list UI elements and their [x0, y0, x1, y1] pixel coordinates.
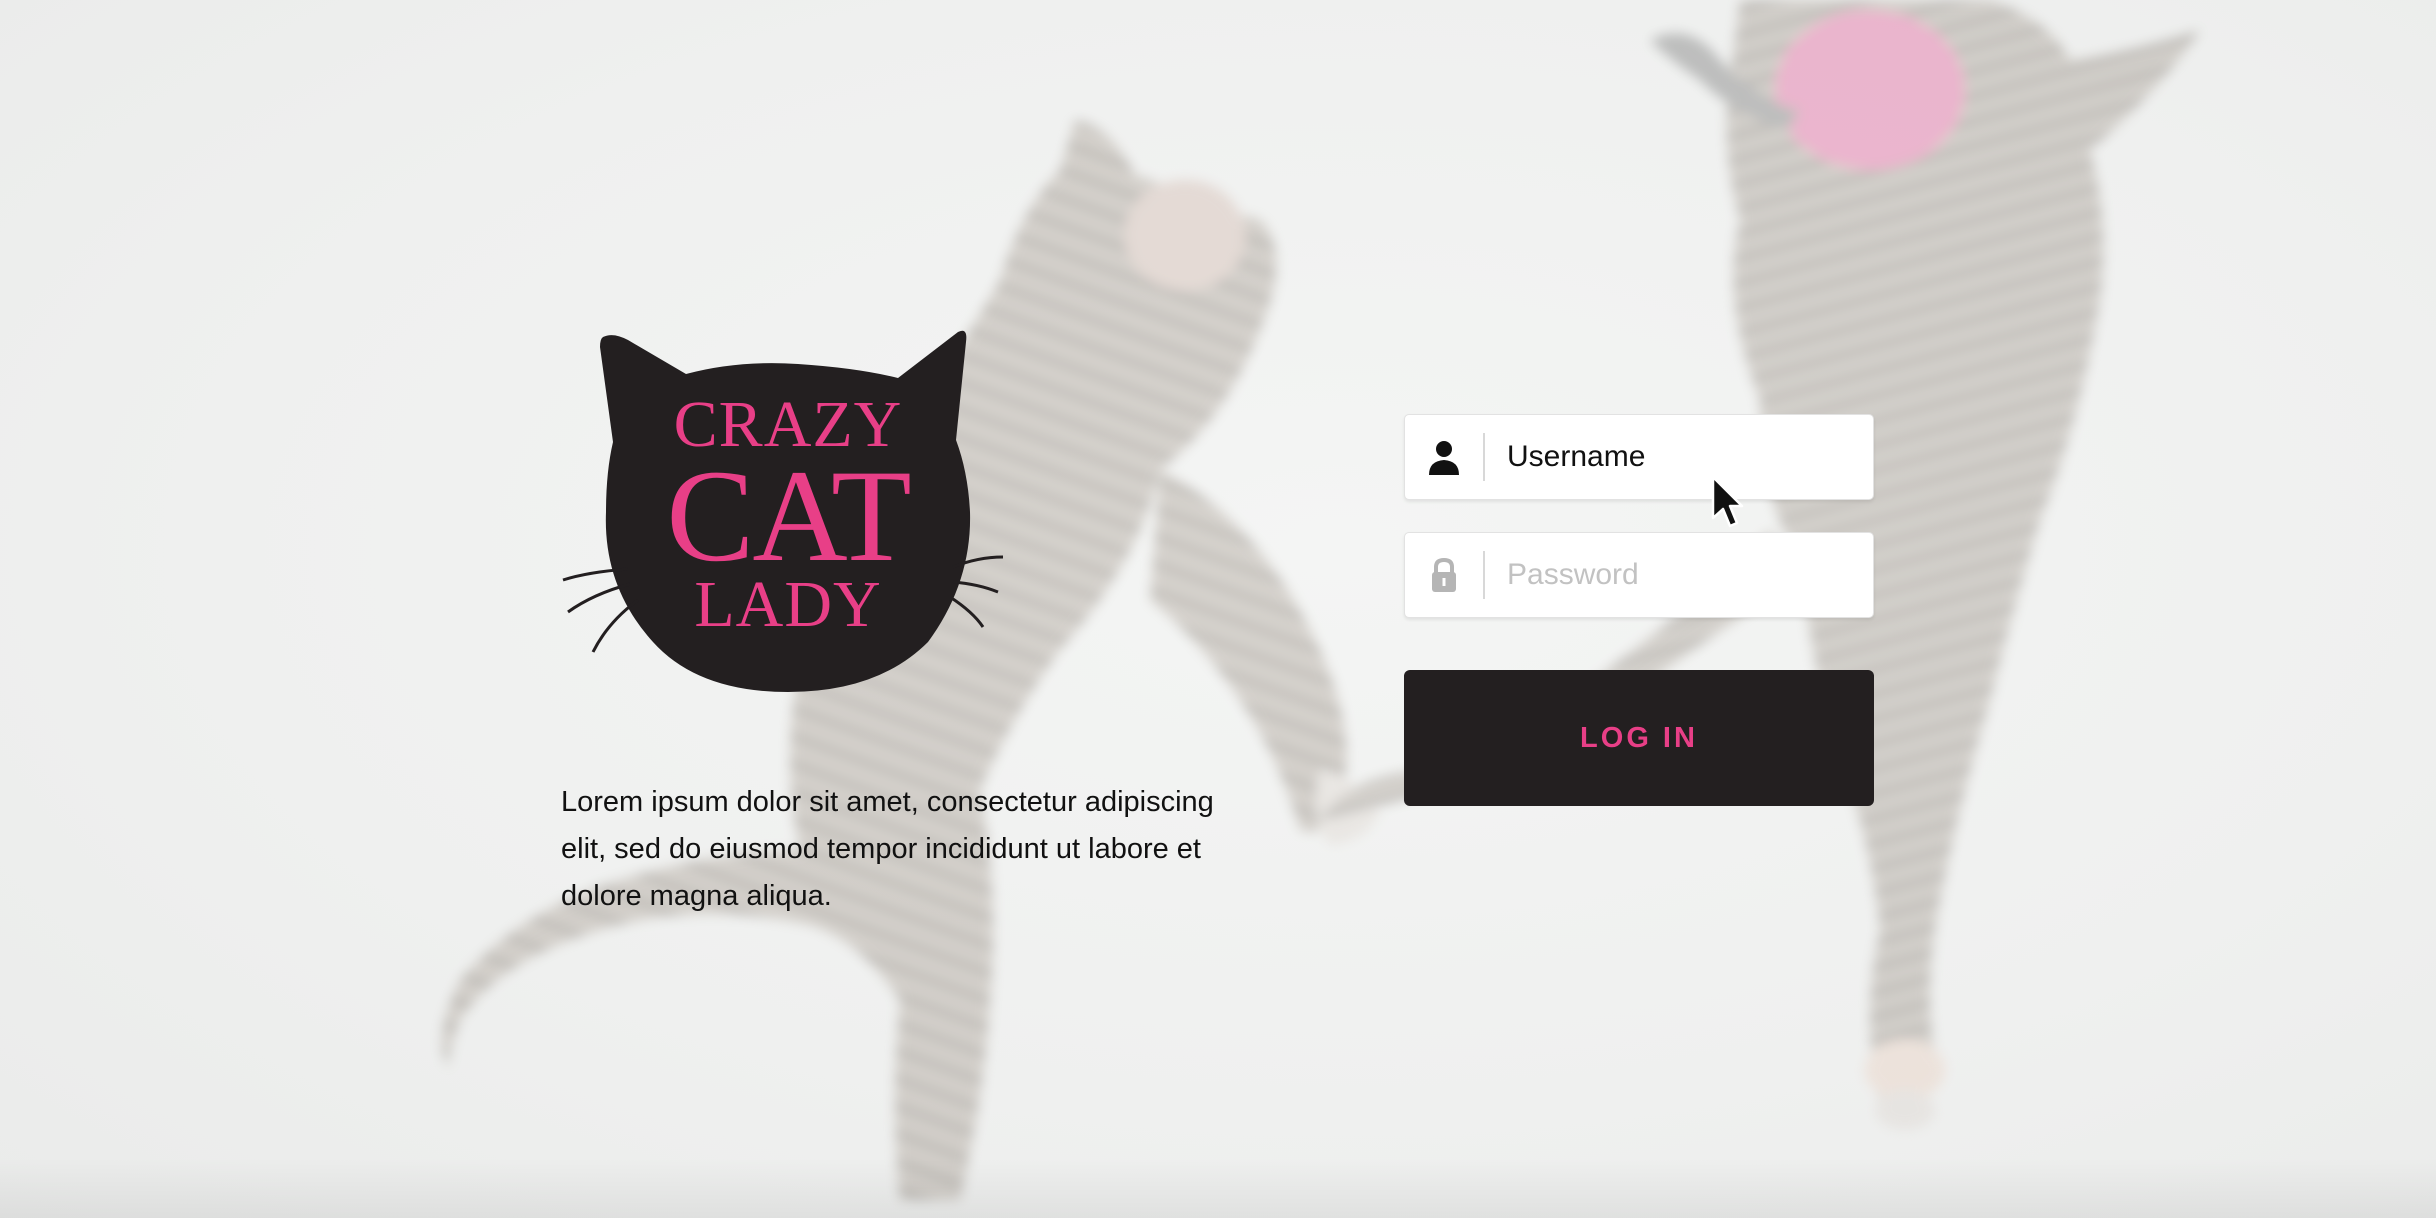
password-field[interactable] [1404, 532, 1874, 618]
mouse-cursor-icon [1711, 475, 1744, 528]
login-button[interactable]: LOG IN [1404, 670, 1874, 806]
lock-icon [1405, 532, 1483, 618]
user-icon [1405, 414, 1483, 500]
logo-line-cat: CAT [666, 442, 911, 589]
logo-wordmark: CRAZY CAT LADY [638, 392, 938, 638]
password-input[interactable] [1485, 535, 1867, 615]
background-cats-image [442, 0, 2200, 1200]
bottom-shadow [0, 1158, 2436, 1218]
login-page: CRAZY CAT LADY Lorem ipsum dolor sit ame… [0, 0, 2436, 1218]
username-field[interactable] [1404, 414, 1874, 500]
intro-description: Lorem ipsum dolor sit amet, consectetur … [561, 786, 1214, 912]
login-form: LOG IN [1404, 414, 1874, 806]
crazy-cat-lady-logo: CRAZY CAT LADY [558, 322, 1008, 697]
username-input[interactable] [1485, 417, 1867, 497]
